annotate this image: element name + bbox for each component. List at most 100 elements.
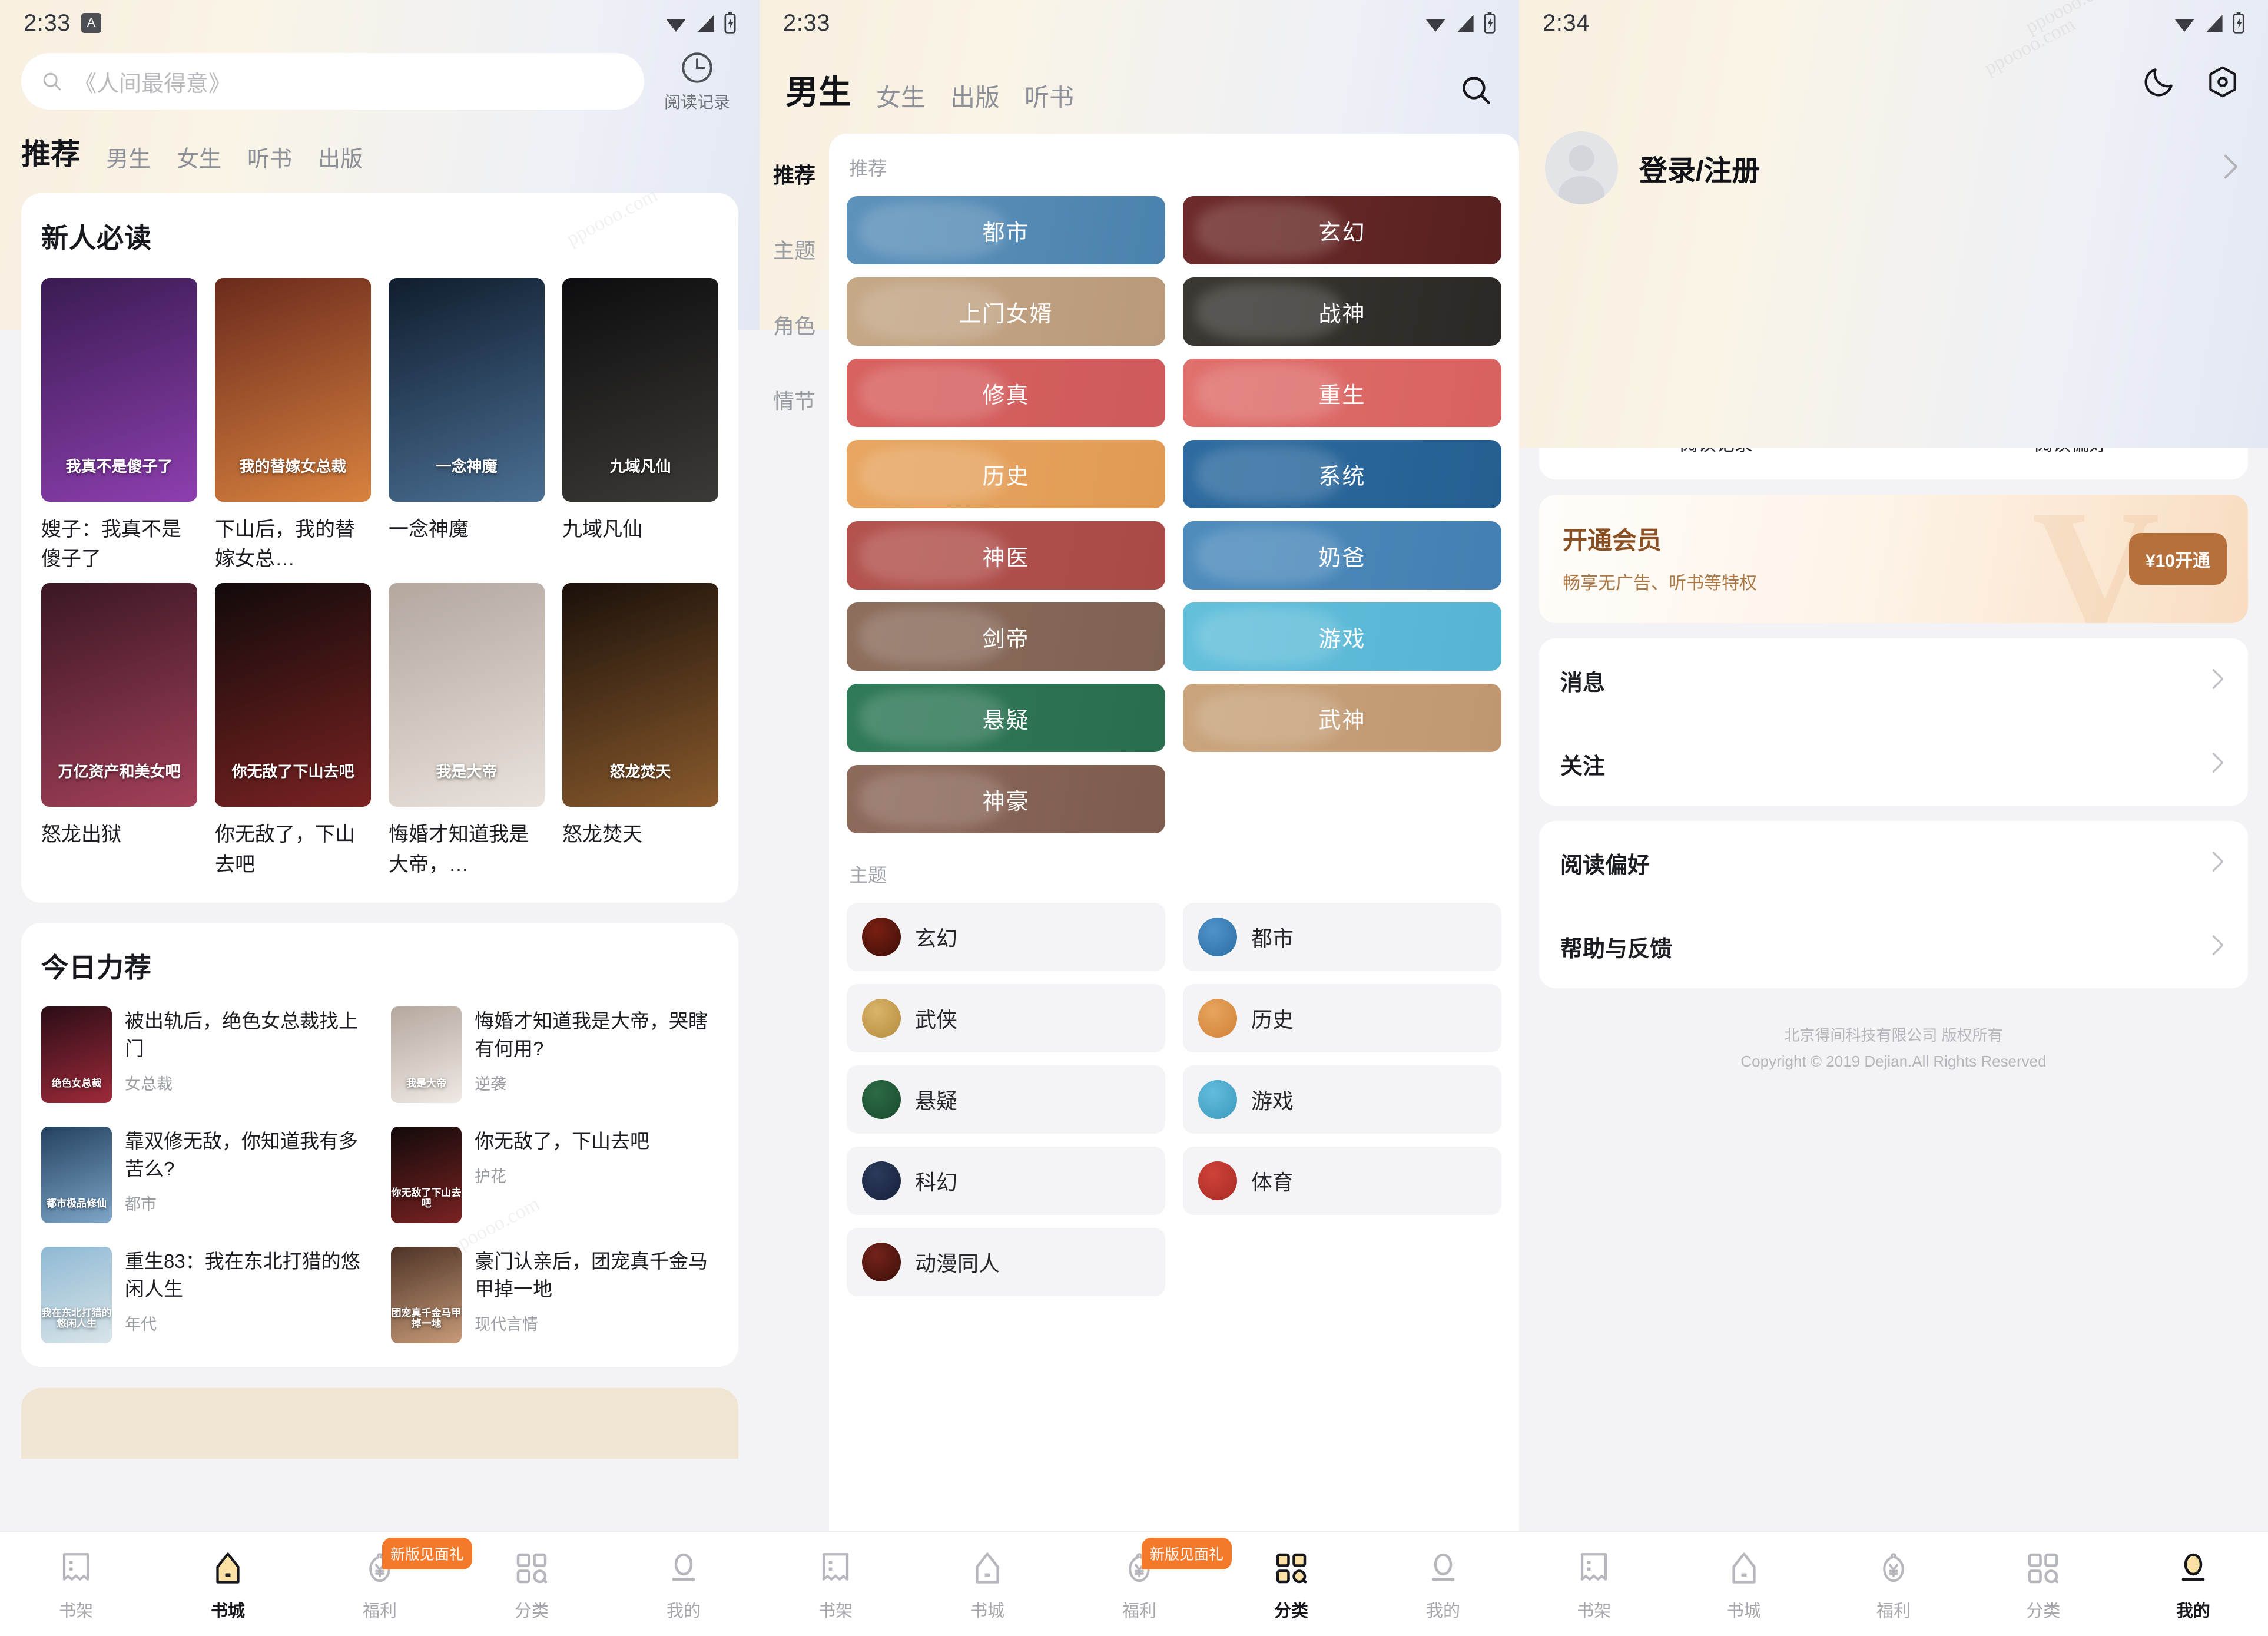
tab-publish[interactable]: 出版 xyxy=(950,78,1000,114)
tab-福利[interactable]: 福利 xyxy=(1819,1546,1968,1622)
category-tile[interactable]: 历史 xyxy=(847,440,1165,508)
search-button[interactable] xyxy=(1459,73,1493,114)
theme-item[interactable]: 体育 xyxy=(1183,1147,1501,1215)
menu-item-reading-preference[interactable]: 阅读偏好 xyxy=(1560,821,2227,905)
tab-label: 分类 xyxy=(2026,1602,2061,1621)
newbie-must-read-card: ppoooo.com 新人必读 我真不是傻子了 嫂子：我真不是傻子了 我的替嫁女总裁… xyxy=(21,184,738,903)
theme-item[interactable]: 游戏 xyxy=(1183,1065,1501,1134)
list-item[interactable]: 绝色女总裁 被出轨后，绝色女总裁找上门 女总裁 xyxy=(41,1006,369,1103)
category-tile[interactable]: 修真 xyxy=(847,359,1165,427)
book-item[interactable]: 你无敌了下山去吧 你无敌了，下山去吧 xyxy=(215,583,371,879)
list-item[interactable]: 你无敌了下山去吧 你无敌了，下山去吧 护花 xyxy=(391,1126,718,1223)
category-tile[interactable]: 神豪 xyxy=(847,765,1165,833)
category-tile[interactable]: 玄幻 xyxy=(1183,196,1501,264)
tab-分类[interactable]: 分类 xyxy=(1968,1546,2118,1622)
tab-recommend[interactable]: 推荐 xyxy=(21,131,80,173)
tab-书架[interactable]: 书架 xyxy=(1519,1546,1669,1622)
book-cover: 团宠真千金马甲掉一地 xyxy=(391,1246,462,1343)
tab-分类[interactable]: 分类 xyxy=(1215,1546,1367,1622)
tab-书架[interactable]: 书架 xyxy=(0,1546,152,1622)
moon-icon[interactable] xyxy=(2141,64,2177,103)
book-item[interactable]: 怒龙焚天 怒龙焚天 xyxy=(562,583,718,879)
tab-我的[interactable]: 我的 xyxy=(2118,1546,2268,1622)
tab-福利[interactable]: 新版见面礼福利 xyxy=(304,1538,473,1622)
category-tile[interactable]: 神医 xyxy=(847,521,1165,590)
category-tile[interactable]: 武神 xyxy=(1183,684,1501,752)
tab-label: 书城 xyxy=(1726,1602,1761,1621)
category-tile[interactable]: 系统 xyxy=(1183,440,1501,508)
menu-item-messages[interactable]: 消息 xyxy=(1560,638,2227,722)
bottom-tabbar-1: 书架 书城 新版见面礼 福利 分类 我的 xyxy=(0,1531,760,1636)
vip-promo-card[interactable]: V 开通会员 畅享无广告、听书等特权 ¥10开通 xyxy=(1539,495,2248,623)
vip-activate-button[interactable]: ¥10开通 xyxy=(2128,533,2227,585)
tab-female[interactable]: 女生 xyxy=(177,141,221,173)
category-body: 推荐 主题 角色 情节 推荐 都市 玄幻 上门女婿 战神 修真 重生 历史 系统 神医 奶爸 剑帝 游戏 悬疑… xyxy=(760,134,1519,1552)
category-tile[interactable]: 悬疑 xyxy=(847,684,1165,752)
tab-female[interactable]: 女生 xyxy=(876,78,926,114)
tab-male[interactable]: 男生 xyxy=(106,141,151,173)
book-item[interactable]: 我是大帝 悔婚才知道我是大帝，… xyxy=(389,583,545,879)
theme-item[interactable]: 玄幻 xyxy=(847,903,1165,971)
status-bar-3: 2:34 xyxy=(1519,0,2268,46)
menu-item-follow[interactable]: 关注 xyxy=(1560,722,2227,806)
category-tile[interactable]: 上门女婿 xyxy=(847,277,1165,346)
list-item[interactable]: 团宠真千金马甲掉一地 豪门认亲后，团宠真千金马甲掉一地 现代言情 xyxy=(391,1246,718,1343)
tab-书城[interactable]: 书城 xyxy=(1669,1546,1818,1622)
category-tile[interactable]: 游戏 xyxy=(1183,602,1501,671)
category-tile[interactable]: 战神 xyxy=(1183,277,1501,346)
tab-分类[interactable]: 分类 xyxy=(456,1546,608,1622)
sidebar-item-1[interactable]: 主题 xyxy=(760,230,829,268)
tab-福利[interactable]: 新版见面礼 福利 xyxy=(1063,1538,1232,1622)
tab-我的[interactable]: 我的 xyxy=(608,1546,760,1622)
theme-item[interactable]: 悬疑 xyxy=(847,1065,1165,1134)
book-item[interactable]: 一念神魔 一念神魔 xyxy=(389,278,545,574)
sidebar-item-2[interactable]: 角色 xyxy=(760,306,829,343)
menu-item-help-feedback[interactable]: 帮助与反馈 xyxy=(1560,905,2227,988)
book-item[interactable]: 九域凡仙 九域凡仙 xyxy=(562,278,718,574)
search-input[interactable]: 《人间最得意》 xyxy=(21,53,644,110)
tab-publish[interactable]: 出版 xyxy=(318,141,363,173)
theme-item[interactable]: 武侠 xyxy=(847,984,1165,1052)
book-title: 被出轨后，绝色女总裁找上门 xyxy=(125,1009,358,1059)
profile-header-actions xyxy=(1519,46,2268,103)
tab-label: 福利 xyxy=(362,1602,397,1621)
tab-我的[interactable]: 我的 xyxy=(1367,1546,1519,1622)
sidebar-item-3[interactable]: 情节 xyxy=(760,381,829,419)
screen-profile: 2:34 登录/注册 ppoooo.com -墨宝-金币-现金去 xyxy=(1519,0,2268,1636)
book-item[interactable]: 我真不是傻子了 嫂子：我真不是傻子了 xyxy=(41,278,197,574)
search-icon xyxy=(1463,77,1491,105)
theme-item[interactable]: 历史 xyxy=(1183,984,1501,1052)
tab-audiobook[interactable]: 听书 xyxy=(1024,78,1074,114)
theme-icon xyxy=(1198,1161,1237,1200)
list-item[interactable]: 我在东北打猎的悠闲人生 重生83：我在东北打猎的悠闲人生 年代 xyxy=(41,1246,369,1343)
theme-item[interactable]: 都市 xyxy=(1183,903,1501,971)
reading-history-button[interactable]: 阅读记录 xyxy=(656,49,738,113)
book-item[interactable]: 我的替嫁女总裁 下山后，我的替嫁女总… xyxy=(215,278,371,574)
book-item[interactable]: 万亿资产和美女吧 怒龙出狱 xyxy=(41,583,197,879)
gear-icon[interactable] xyxy=(2204,64,2241,103)
tab-ribbon-badge: 新版见面礼 xyxy=(382,1538,473,1569)
bottom-tabbar-2: 书架 书城 新版见面礼 福利 分类 我的 xyxy=(760,1531,1519,1636)
tab-书城[interactable]: 书城 xyxy=(152,1546,304,1622)
section-title-today: 今日力荐 xyxy=(41,952,152,983)
category-tile[interactable]: 都市 xyxy=(847,196,1165,264)
category-tile[interactable]: 奶爸 xyxy=(1183,521,1501,590)
tab-书架[interactable]: 书架 xyxy=(760,1546,911,1622)
tab-label: 我的 xyxy=(666,1602,701,1621)
tab-male[interactable]: 男生 xyxy=(785,66,851,114)
tab-书城[interactable]: 书城 xyxy=(911,1546,1063,1622)
theme-item[interactable]: 动漫同人 xyxy=(847,1228,1165,1296)
sidebar-item-0[interactable]: 推荐 xyxy=(760,155,829,193)
recommend-list: 绝色女总裁 被出轨后，绝色女总裁找上门 女总裁 我是大帝 悔婚才知道我是大帝，哭瞎有何用… xyxy=(41,1006,718,1343)
profile-row[interactable]: 登录/注册 xyxy=(1519,103,2268,237)
list-item[interactable]: 都市极品修仙 靠双修无敌，你知道我有多苦么? 都市 xyxy=(41,1126,369,1223)
tab-audiobook[interactable]: 听书 xyxy=(247,141,292,173)
category-tile[interactable]: 重生 xyxy=(1183,359,1501,427)
theme-item[interactable]: 科幻 xyxy=(847,1147,1165,1215)
list-item[interactable]: 我是大帝 悔婚才知道我是大帝，哭瞎有何用? 逆袭 xyxy=(391,1006,718,1103)
promo-banner[interactable] xyxy=(21,1387,738,1459)
menu-label: 阅读偏好 xyxy=(1560,853,1650,878)
category-tile[interactable]: 剑帝 xyxy=(847,602,1165,671)
signal-icon xyxy=(698,15,714,32)
